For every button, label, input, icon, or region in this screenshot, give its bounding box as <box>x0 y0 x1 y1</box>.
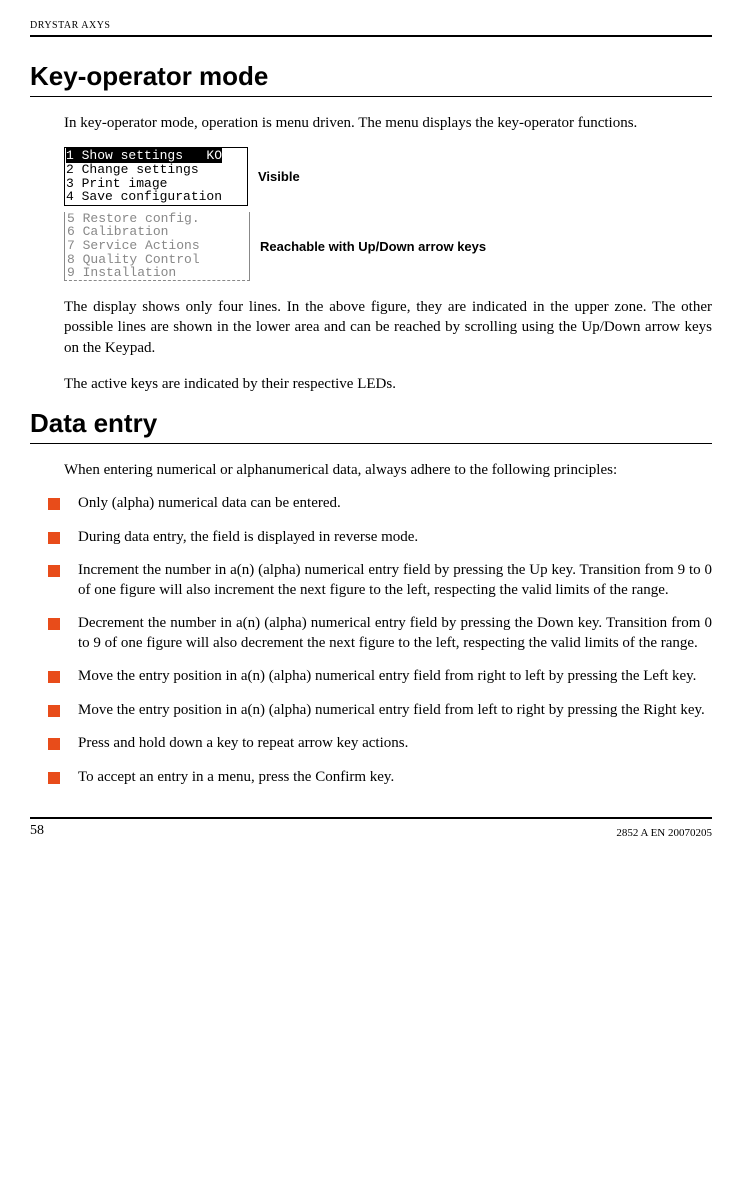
list-item: Move the entry position in a(n) (alpha) … <box>48 667 712 687</box>
page-number: 58 <box>30 823 58 839</box>
list-item: Press and hold down a key to repeat arro… <box>48 734 712 754</box>
running-head: DRYSTAR AXYS <box>30 20 712 35</box>
list-item: During data entry, the field is displaye… <box>48 528 712 548</box>
section-title-data-entry: Data entry <box>30 408 712 444</box>
paragraph: When entering numerical or alphanumerica… <box>64 460 712 480</box>
lcd-hidden-zone: 5 Restore config. 6 Calibration 7 Servic… <box>64 212 250 281</box>
top-rule <box>30 35 712 37</box>
list-item: Decrement the number in a(n) (alpha) num… <box>48 614 712 653</box>
paragraph: In key-operator mode, operation is menu … <box>64 113 712 133</box>
paragraph: The active keys are indicated by their r… <box>64 374 712 394</box>
section-title-key-operator: Key-operator mode <box>30 61 712 97</box>
paragraph: The display shows only four lines. In th… <box>64 297 712 358</box>
list-item: To accept an entry in a menu, press the … <box>48 768 712 788</box>
lcd-figure: 1 Show settings KO 2 Change settings 3 P… <box>64 147 712 281</box>
annotation-reachable: Reachable with Up/Down arrow keys <box>260 239 486 254</box>
list-item: Move the entry position in a(n) (alpha) … <box>48 701 712 721</box>
list-item: Increment the number in a(n) (alpha) num… <box>48 561 712 600</box>
document-id: 2852 A EN 20070205 <box>616 827 712 839</box>
page-footer: 58 2852 A EN 20070205 <box>30 817 712 841</box>
bullet-list: Only (alpha) numerical data can be enter… <box>48 494 712 787</box>
annotation-visible: Visible <box>258 169 300 184</box>
lcd-visible-zone: 1 Show settings KO 2 Change settings 3 P… <box>64 147 248 206</box>
list-item: Only (alpha) numerical data can be enter… <box>48 494 712 514</box>
